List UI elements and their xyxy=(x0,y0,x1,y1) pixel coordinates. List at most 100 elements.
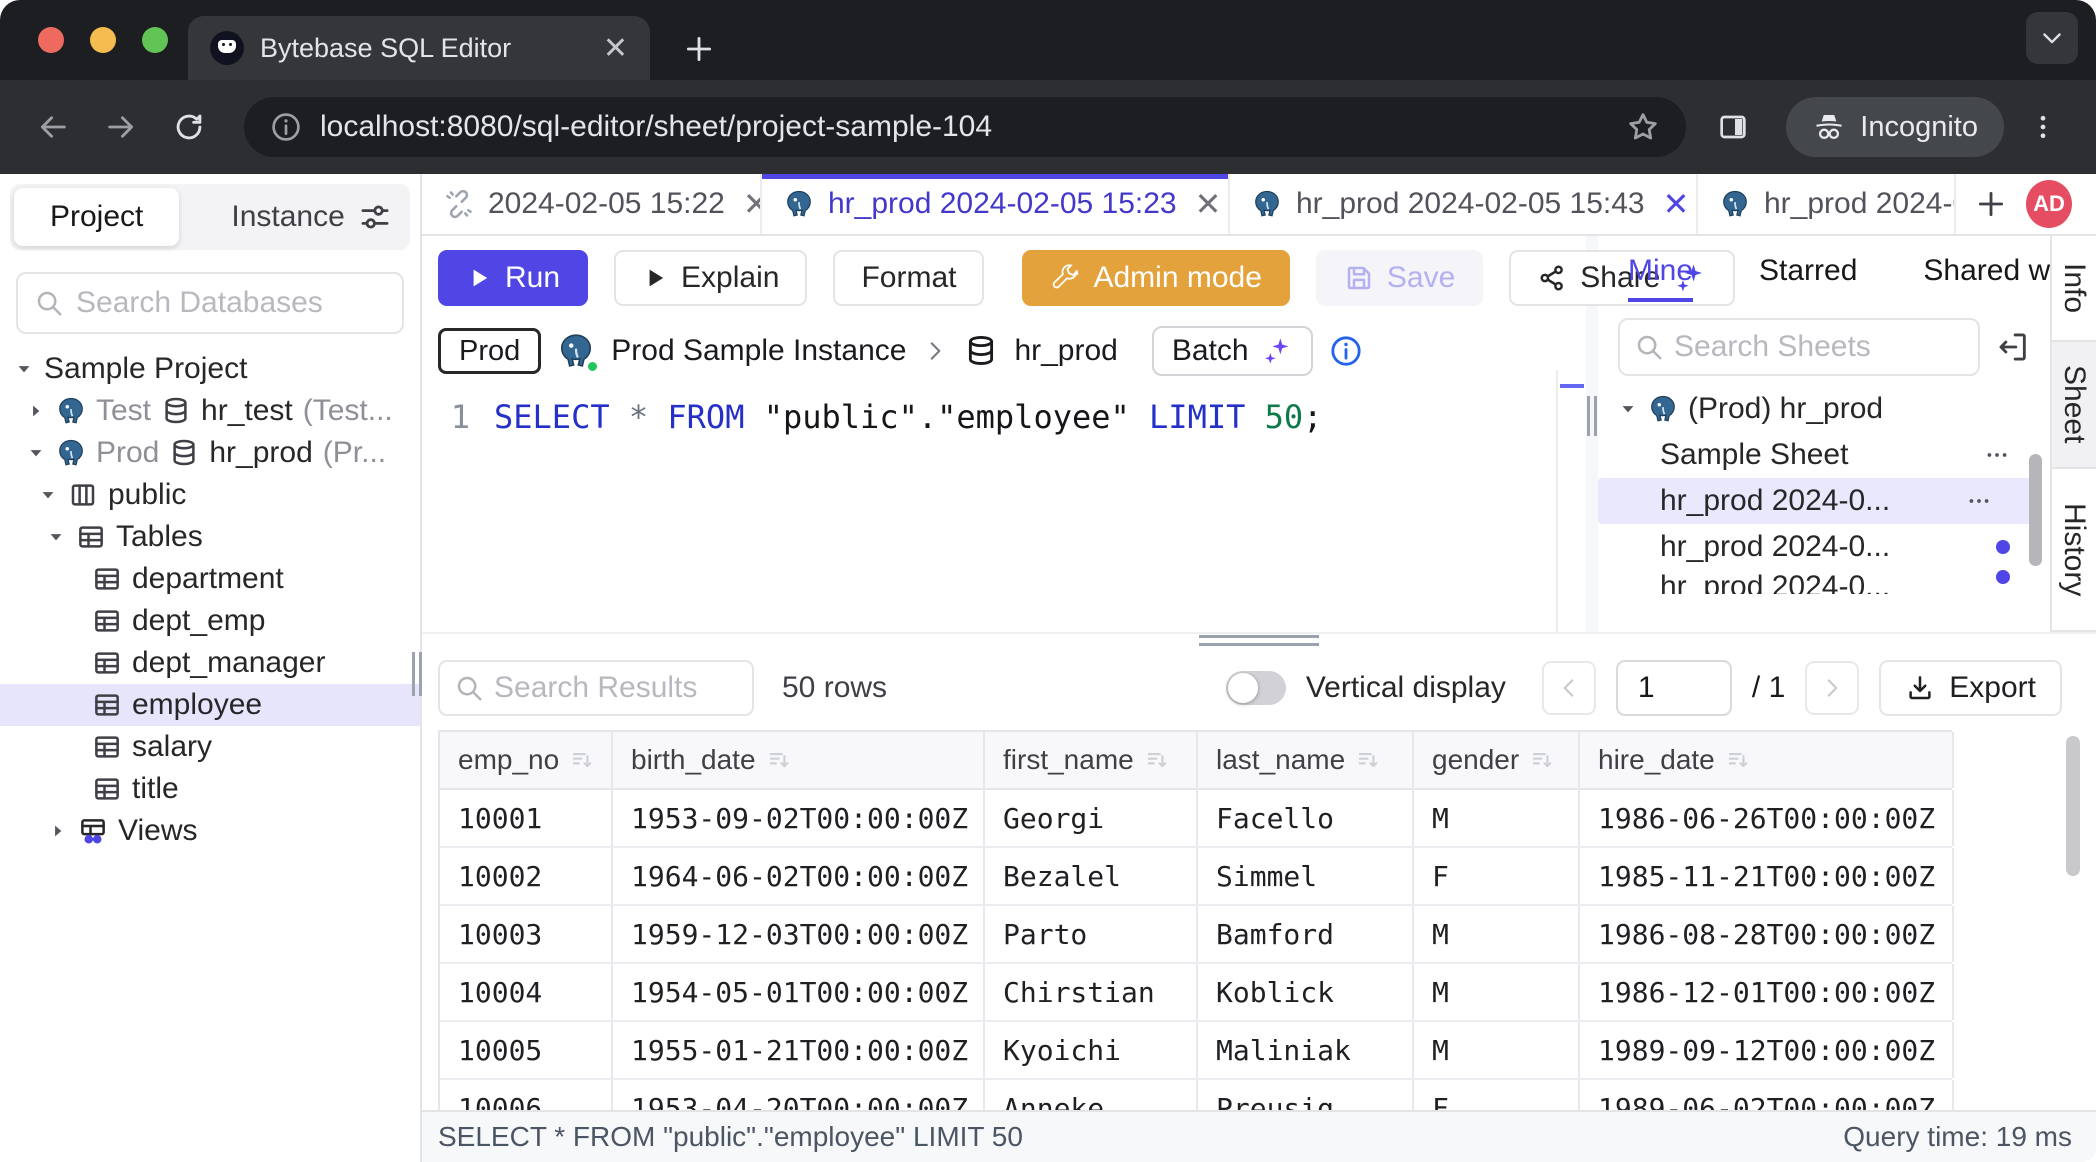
tree-item-salary[interactable]: salary xyxy=(0,726,420,768)
sort-icon[interactable] xyxy=(1355,747,1381,773)
column-header-emp-no[interactable]: emp_no xyxy=(440,732,613,788)
table-cell[interactable]: M xyxy=(1414,1022,1580,1078)
caret-down-icon[interactable] xyxy=(46,527,66,547)
table-cell[interactable]: Simmel xyxy=(1198,848,1414,904)
format-button[interactable]: Format xyxy=(833,250,984,306)
table-cell[interactable]: Bezalel xyxy=(985,848,1198,904)
rail-tab-history[interactable]: History xyxy=(2052,469,2096,632)
table-cell[interactable]: 1953-04-20T00:00:00Z xyxy=(613,1080,985,1110)
sheet-item-sample-sheet[interactable]: Sample Sheet xyxy=(1598,432,2050,478)
table-row[interactable]: 100051955-01-21T00:00:00ZKyoichiMaliniak… xyxy=(440,1022,1952,1080)
editor-tab-hr-prod-2024-02-05-15-43[interactable]: hr_prod 2024-02-05 15:43✕ xyxy=(1230,174,1698,234)
caret-down-icon[interactable] xyxy=(14,359,34,379)
column-header-hire-date[interactable]: hire_date xyxy=(1580,732,1954,788)
bookmark-star-icon[interactable] xyxy=(1626,110,1660,144)
column-header-last-name[interactable]: last_name xyxy=(1198,732,1414,788)
sheet-tab-shared-w[interactable]: Shared w xyxy=(1923,254,2050,302)
environment-chip[interactable]: Prod xyxy=(438,328,541,374)
table-cell[interactable]: 10006 xyxy=(440,1080,613,1110)
table-cell[interactable]: 1954-05-01T00:00:00Z xyxy=(613,964,985,1020)
batch-button[interactable]: Batch xyxy=(1152,326,1313,376)
tree-item-dept-emp[interactable]: dept_emp xyxy=(0,600,420,642)
connection-info-icon[interactable] xyxy=(1329,334,1363,368)
tree-item-sample-project[interactable]: Sample Project xyxy=(0,348,420,390)
minimize-window-button[interactable] xyxy=(90,27,116,53)
table-cell[interactable]: F xyxy=(1414,848,1580,904)
sort-icon[interactable] xyxy=(1725,747,1751,773)
browser-tab[interactable]: Bytebase SQL Editor ✕ xyxy=(188,16,650,80)
sheet-tab-mine[interactable]: Mine xyxy=(1628,254,1693,302)
table-cell[interactable]: 10002 xyxy=(440,848,613,904)
table-cell[interactable]: 1986-06-26T00:00:00Z xyxy=(1580,790,1954,846)
table-row[interactable]: 100041954-05-01T00:00:00ZChirstianKoblic… xyxy=(440,964,1952,1022)
editor-tab-hr-prod-2024-02-05-15-23[interactable]: hr_prod 2024-02-05 15:23✕ xyxy=(762,174,1230,234)
sort-icon[interactable] xyxy=(1144,747,1170,773)
table-cell[interactable]: 10005 xyxy=(440,1022,613,1078)
table-cell[interactable]: 1986-08-28T00:00:00Z xyxy=(1580,906,1954,962)
table-cell[interactable]: 1989-09-12T00:00:00Z xyxy=(1580,1022,1954,1078)
table-cell[interactable]: Chirstian xyxy=(985,964,1198,1020)
back-button[interactable] xyxy=(24,98,82,156)
column-header-birth-date[interactable]: birth_date xyxy=(613,732,985,788)
editor-tab-hr-prod-2024-0[interactable]: hr_prod 2024-0 xyxy=(1698,174,1956,234)
caret-right-icon[interactable] xyxy=(26,401,46,421)
rail-tab-info[interactable]: Info xyxy=(2052,236,2096,342)
results-resize-divider[interactable] xyxy=(422,632,2096,646)
next-page-button[interactable] xyxy=(1805,661,1859,715)
table-cell[interactable]: 1959-12-03T00:00:00Z xyxy=(613,906,985,962)
database-name[interactable]: hr_prod xyxy=(1014,334,1117,368)
tab-search-chevron-button[interactable] xyxy=(2026,12,2078,64)
tree-item-title[interactable]: title xyxy=(0,768,420,810)
save-button[interactable]: Save xyxy=(1316,250,1483,306)
sidebar-resize-handle[interactable] xyxy=(412,652,422,696)
column-header-gender[interactable]: gender xyxy=(1414,732,1580,788)
sheet-menu-icon[interactable] xyxy=(1984,442,2010,468)
table-row[interactable]: 100061953-04-20T00:00:00ZAnnekePreusigF1… xyxy=(440,1080,1952,1110)
close-window-button[interactable] xyxy=(38,27,64,53)
forward-button[interactable] xyxy=(92,98,150,156)
explain-button[interactable]: Explain xyxy=(614,250,807,306)
column-header-first-name[interactable]: first_name xyxy=(985,732,1198,788)
avatar[interactable]: AD xyxy=(2026,180,2072,228)
tree-item-hr-prod[interactable]: Prodhr_prod(Pr... xyxy=(0,432,420,474)
sheet-item-hr-prod-2024-0[interactable]: hr_prod 2024-0... xyxy=(1598,570,2050,594)
table-cell[interactable]: 1953-09-02T00:00:00Z xyxy=(613,790,985,846)
new-browser-tab-button[interactable] xyxy=(682,32,716,66)
close-sheet-tab-icon[interactable]: ✕ xyxy=(743,185,762,223)
table-cell[interactable]: 1964-06-02T00:00:00Z xyxy=(613,848,985,904)
search-results-input[interactable] xyxy=(438,660,754,716)
caret-right-icon[interactable] xyxy=(48,821,68,841)
table-cell[interactable]: M xyxy=(1414,790,1580,846)
page-number-input[interactable] xyxy=(1616,660,1732,716)
sheet-item-hr-prod-2024-0[interactable]: hr_prod 2024-0... xyxy=(1598,524,2050,570)
address-bar[interactable]: localhost:8080/sql-editor/sheet/project-… xyxy=(244,97,1686,157)
close-sheet-tab-icon[interactable]: ✕ xyxy=(1195,185,1222,223)
table-cell[interactable]: Koblick xyxy=(1198,964,1414,1020)
table-cell[interactable]: Anneke xyxy=(985,1080,1198,1110)
tree-item-views[interactable]: Views xyxy=(0,810,420,852)
instance-name[interactable]: Prod Sample Instance xyxy=(611,334,906,368)
sort-icon[interactable] xyxy=(766,747,792,773)
tree-item-employee[interactable]: employee xyxy=(0,684,420,726)
new-sheet-tab-button[interactable] xyxy=(1956,174,2026,234)
table-cell[interactable]: Kyoichi xyxy=(985,1022,1198,1078)
table-cell[interactable]: Facello xyxy=(1198,790,1414,846)
site-info-icon[interactable] xyxy=(270,111,302,143)
sheet-item-hr-prod-2024-0[interactable]: hr_prod 2024-0... xyxy=(1598,478,2032,524)
editor-overview-ruler[interactable] xyxy=(1556,370,1586,632)
table-cell[interactable]: 10001 xyxy=(440,790,613,846)
table-cell[interactable]: M xyxy=(1414,906,1580,962)
sheet-menu-icon[interactable] xyxy=(1966,488,1992,514)
caret-down-icon[interactable] xyxy=(26,443,46,463)
code-area[interactable]: 1 SELECT * FROM "public"."employee" LIMI… xyxy=(422,376,1586,632)
reload-button[interactable] xyxy=(160,98,218,156)
browser-menu-kebab[interactable] xyxy=(2014,98,2072,156)
close-tab-icon[interactable]: ✕ xyxy=(603,31,628,66)
tree-item-tables[interactable]: Tables xyxy=(0,516,420,558)
caret-down-icon[interactable] xyxy=(1618,399,1638,419)
sheet-tab-starred[interactable]: Starred xyxy=(1759,254,1857,302)
table-cell[interactable]: 1985-11-21T00:00:00Z xyxy=(1580,848,1954,904)
table-cell[interactable]: 10003 xyxy=(440,906,613,962)
table-cell[interactable]: Preusig xyxy=(1198,1080,1414,1110)
tree-item-public[interactable]: public xyxy=(0,474,420,516)
